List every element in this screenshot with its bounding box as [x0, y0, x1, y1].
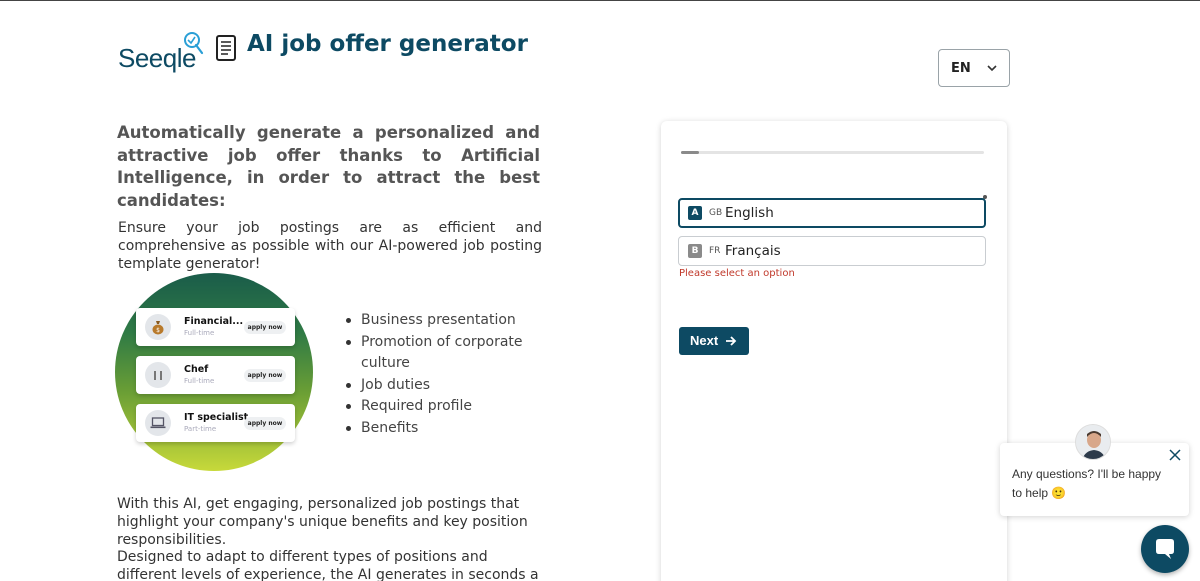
- option-english[interactable]: A GB English: [678, 198, 986, 228]
- language-select[interactable]: EN: [938, 49, 1010, 87]
- job-card: IT specialist Part-time apply now: [136, 404, 295, 442]
- job-card: Chef Full-time apply now: [136, 356, 295, 394]
- arrow-right-icon: [726, 336, 737, 346]
- laptop-icon: [145, 410, 171, 436]
- list-item: Job duties: [343, 375, 533, 397]
- error-message: Please select an option: [679, 268, 795, 279]
- progress-bar: [681, 151, 984, 154]
- next-button[interactable]: Next: [679, 327, 749, 355]
- apply-now-badge: apply now: [244, 369, 286, 382]
- svg-text:$: $: [156, 327, 160, 334]
- job-card: $ Financial... Full-time apply now: [136, 308, 295, 346]
- option-key: A: [688, 206, 702, 220]
- list-item: Benefits: [343, 418, 533, 440]
- page-title: AI job offer generator: [247, 31, 528, 57]
- list-item: Promotion of corporate culture: [343, 332, 533, 375]
- next-button-label: Next: [690, 333, 719, 348]
- avatar: [1075, 424, 1111, 460]
- job-card-title: Chef: [184, 364, 209, 375]
- job-card-type: Part-time: [184, 425, 217, 433]
- money-bag-icon: $: [145, 314, 171, 340]
- close-icon[interactable]: [1169, 449, 1181, 461]
- language-select-value: EN: [951, 61, 971, 76]
- chat-icon: [1156, 539, 1174, 559]
- seeqle-logo[interactable]: Seeqle: [118, 31, 204, 73]
- apply-now-badge: apply now: [244, 417, 286, 430]
- lead-text: Automatically generate a personalized an…: [117, 123, 540, 210]
- description-paragraph: Designed to adapt to different types of …: [117, 549, 539, 581]
- utensils-icon: [145, 362, 171, 388]
- features-list: Business presentation Promotion of corpo…: [343, 310, 533, 439]
- intro-text: Ensure your job postings are as efficien…: [118, 220, 542, 272]
- job-card-title: Financial...: [184, 316, 244, 327]
- job-card-type: Full-time: [184, 329, 215, 337]
- option-label: English: [725, 205, 774, 221]
- chat-launcher-button[interactable]: [1141, 525, 1189, 573]
- list-item: Required profile: [343, 396, 533, 418]
- job-card-title: IT specialist: [184, 412, 249, 423]
- progress-fill: [681, 151, 700, 154]
- list-item: Business presentation: [343, 310, 533, 332]
- description-paragraph: With this AI, get engaging, personalized…: [117, 496, 528, 548]
- job-card-type: Full-time: [184, 377, 215, 385]
- chevron-down-icon: [987, 65, 997, 72]
- option-label: Français: [725, 243, 781, 259]
- option-key: B: [688, 244, 702, 258]
- apply-now-badge: apply now: [244, 321, 286, 334]
- flag-code: GB: [709, 208, 723, 218]
- option-francais[interactable]: B FR Français: [678, 236, 986, 266]
- chat-message: Any questions? I'll be happy to help 🙂: [1012, 467, 1162, 500]
- document-icon: [216, 35, 236, 61]
- form-card: A GB English B FR Français Please select…: [661, 121, 1007, 581]
- magnifier-icon: [184, 32, 204, 55]
- flag-code: FR: [709, 246, 721, 256]
- smile-emoji-icon: 🙂: [1051, 486, 1067, 500]
